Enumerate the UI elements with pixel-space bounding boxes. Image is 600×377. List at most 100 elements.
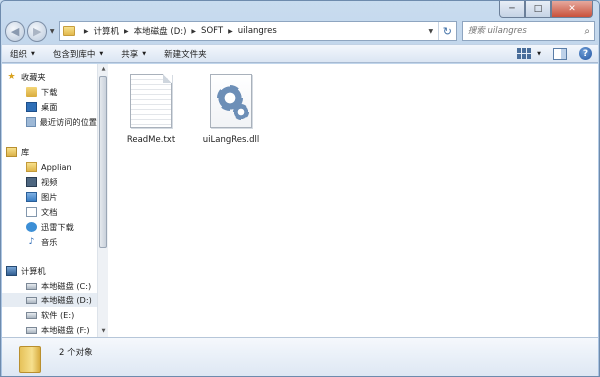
forward-arrow-icon: ▶ xyxy=(33,24,42,38)
share-menu[interactable]: 共享 ▼ xyxy=(121,48,146,60)
sidebar-item-xunlei-downloads[interactable]: 迅雷下载 xyxy=(2,220,97,234)
sidebar-item-favorites[interactable]: ★ 收藏夹 xyxy=(6,70,97,84)
sidebar-item-recent-places[interactable]: 最近访问的位置 xyxy=(2,115,97,129)
chevron-right-icon[interactable]: ▶ xyxy=(124,28,129,35)
folder-icon xyxy=(26,162,37,172)
search-input[interactable] xyxy=(467,26,580,36)
sidebar-item-label: 桌面 xyxy=(41,102,58,112)
sidebar-item-label: 下载 xyxy=(41,87,58,97)
scrollbar-thumb[interactable] xyxy=(99,76,107,248)
star-icon: ★ xyxy=(7,72,16,82)
address-dropdown-button[interactable]: ▼ xyxy=(424,28,438,35)
chevron-right-icon[interactable]: ▶ xyxy=(228,28,233,35)
organize-menu[interactable]: 组织 ▼ xyxy=(10,48,35,60)
new-folder-button[interactable]: 新建文件夹 xyxy=(164,48,207,60)
chevron-down-icon: ▼ xyxy=(31,50,35,57)
navigation-pane-scrollbar[interactable]: ▲ ▼ xyxy=(97,64,108,337)
preview-pane-icon[interactable] xyxy=(553,47,567,60)
sidebar-item-pictures[interactable]: 图片 xyxy=(2,190,97,204)
scroll-down-icon[interactable]: ▼ xyxy=(99,327,108,336)
view-dropdown-icon[interactable]: ▼ xyxy=(537,51,541,57)
refresh-icon: ↻ xyxy=(442,24,452,38)
folder-icon xyxy=(19,346,41,373)
forward-button[interactable]: ▶ xyxy=(27,20,48,42)
maximize-button[interactable]: □ xyxy=(525,1,551,18)
sidebar-item-label: 迅雷下载 xyxy=(41,222,74,232)
organize-label: 组织 xyxy=(10,49,28,60)
file-item-readme[interactable]: ReadMe.txt xyxy=(116,74,186,145)
music-icon: ♪ xyxy=(28,237,35,247)
recent-pages-dropdown[interactable]: ▼ xyxy=(47,28,57,35)
drive-icon xyxy=(26,296,37,304)
sidebar-item-label: 视频 xyxy=(41,177,58,187)
drive-icon xyxy=(26,311,37,319)
desktop-icon xyxy=(26,102,37,112)
chevron-down-icon: ▼ xyxy=(99,50,104,57)
share-label: 共享 xyxy=(121,49,139,60)
details-pane: 2 个对象 xyxy=(2,337,598,376)
refresh-button[interactable]: ↻ xyxy=(437,22,456,40)
drive-icon xyxy=(26,282,37,290)
sidebar-item-label: 本地磁盘 (D:) xyxy=(41,295,92,305)
sidebar-item-downloads[interactable]: 下载 xyxy=(2,85,97,99)
search-icon[interactable]: ⌕ xyxy=(584,26,590,37)
help-icon[interactable]: ? xyxy=(579,47,592,60)
sidebar-item-label: 本地磁盘 (F:) xyxy=(41,325,90,335)
navigation-bar: ◀ ▶ ▼ ▶ 计算机 ▶ 本地磁盘 (D:) ▶ SOFT ▶ uilangr… xyxy=(5,20,596,42)
search-box[interactable]: ⌕ xyxy=(461,21,596,41)
library-icon xyxy=(6,147,17,157)
document-library-icon xyxy=(26,207,37,217)
include-in-library-menu[interactable]: 包含到库中 ▼ xyxy=(53,48,103,60)
sidebar-item-music[interactable]: ♪ 音乐 xyxy=(2,235,97,249)
explorer-window: ─ □ ✕ ◀ ▶ ▼ ▶ 计算机 ▶ 本地磁盘 (D:) ▶ SOFT ▶ u… xyxy=(0,0,600,377)
file-list-area[interactable]: ReadMe.txt uiLangRes.dll xyxy=(108,64,598,337)
sidebar-item-label: 最近访问的位置 xyxy=(39,117,97,127)
sidebar-item-applian[interactable]: Applian xyxy=(2,160,97,174)
sidebar-item-label: 文档 xyxy=(41,207,58,217)
close-button[interactable]: ✕ xyxy=(551,1,593,18)
file-name: uiLangRes.dll xyxy=(202,135,260,145)
breadcrumb-soft[interactable]: SOFT xyxy=(201,26,223,36)
chevron-down-icon: ▼ xyxy=(142,50,147,57)
sidebar-item-label: 收藏夹 xyxy=(21,72,46,82)
downloads-folder-icon xyxy=(26,87,37,97)
text-file-icon xyxy=(130,74,172,128)
video-library-icon xyxy=(26,177,37,187)
back-button[interactable]: ◀ xyxy=(5,20,26,42)
sidebar-item-label: 图片 xyxy=(41,192,58,202)
xunlei-icon xyxy=(26,222,37,232)
sidebar-item-drive-d[interactable]: 本地磁盘 (D:) xyxy=(2,293,97,307)
breadcrumb: ▶ 计算机 ▶ 本地磁盘 (D:) ▶ SOFT ▶ uilangres xyxy=(79,25,277,37)
minimize-button[interactable]: ─ xyxy=(499,1,525,18)
computer-icon xyxy=(6,266,17,276)
command-bar: 组织 ▼ 包含到库中 ▼ 共享 ▼ 新建文件夹 ▼ ? xyxy=(2,44,598,63)
sidebar-item-label: 库 xyxy=(21,147,30,157)
sidebar-item-computer[interactable]: 计算机 xyxy=(6,264,97,278)
address-bar[interactable]: ▶ 计算机 ▶ 本地磁盘 (D:) ▶ SOFT ▶ uilangres ▼ ↻ xyxy=(58,21,457,41)
breadcrumb-uilangres[interactable]: uilangres xyxy=(238,26,277,36)
breadcrumb-computer[interactable]: 计算机 xyxy=(94,25,120,37)
sidebar-item-documents[interactable]: 文档 xyxy=(2,205,97,219)
file-name: ReadMe.txt xyxy=(126,135,176,145)
caption-buttons: ─ □ ✕ xyxy=(499,1,593,18)
sidebar-item-videos[interactable]: 视频 xyxy=(2,175,97,189)
back-arrow-icon: ◀ xyxy=(10,24,20,38)
view-options-icon[interactable] xyxy=(517,47,533,60)
sidebar-item-label: 软件 (E:) xyxy=(41,310,75,320)
sidebar-item-label: 本地磁盘 (C:) xyxy=(41,281,92,291)
sidebar-item-libraries[interactable]: 库 xyxy=(6,145,97,159)
dll-file-icon xyxy=(210,74,252,128)
sidebar-item-drive-f[interactable]: 本地磁盘 (F:) xyxy=(2,323,97,337)
include-in-library-label: 包含到库中 xyxy=(52,49,96,60)
sidebar-item-drive-c[interactable]: 本地磁盘 (C:) xyxy=(2,279,97,293)
item-count: 2 个对象 xyxy=(59,348,93,358)
file-item-uilangres-dll[interactable]: uiLangRes.dll xyxy=(196,74,266,145)
sidebar-item-drive-e[interactable]: 软件 (E:) xyxy=(2,308,97,322)
sidebar-item-desktop[interactable]: 桌面 xyxy=(2,100,97,114)
folder-icon xyxy=(62,26,75,36)
sidebar-item-label: Applian xyxy=(41,162,72,172)
chevron-right-icon[interactable]: ▶ xyxy=(84,28,89,35)
chevron-right-icon[interactable]: ▶ xyxy=(191,28,196,35)
scroll-up-icon[interactable]: ▲ xyxy=(99,65,108,74)
breadcrumb-drive-d[interactable]: 本地磁盘 (D:) xyxy=(134,25,187,37)
